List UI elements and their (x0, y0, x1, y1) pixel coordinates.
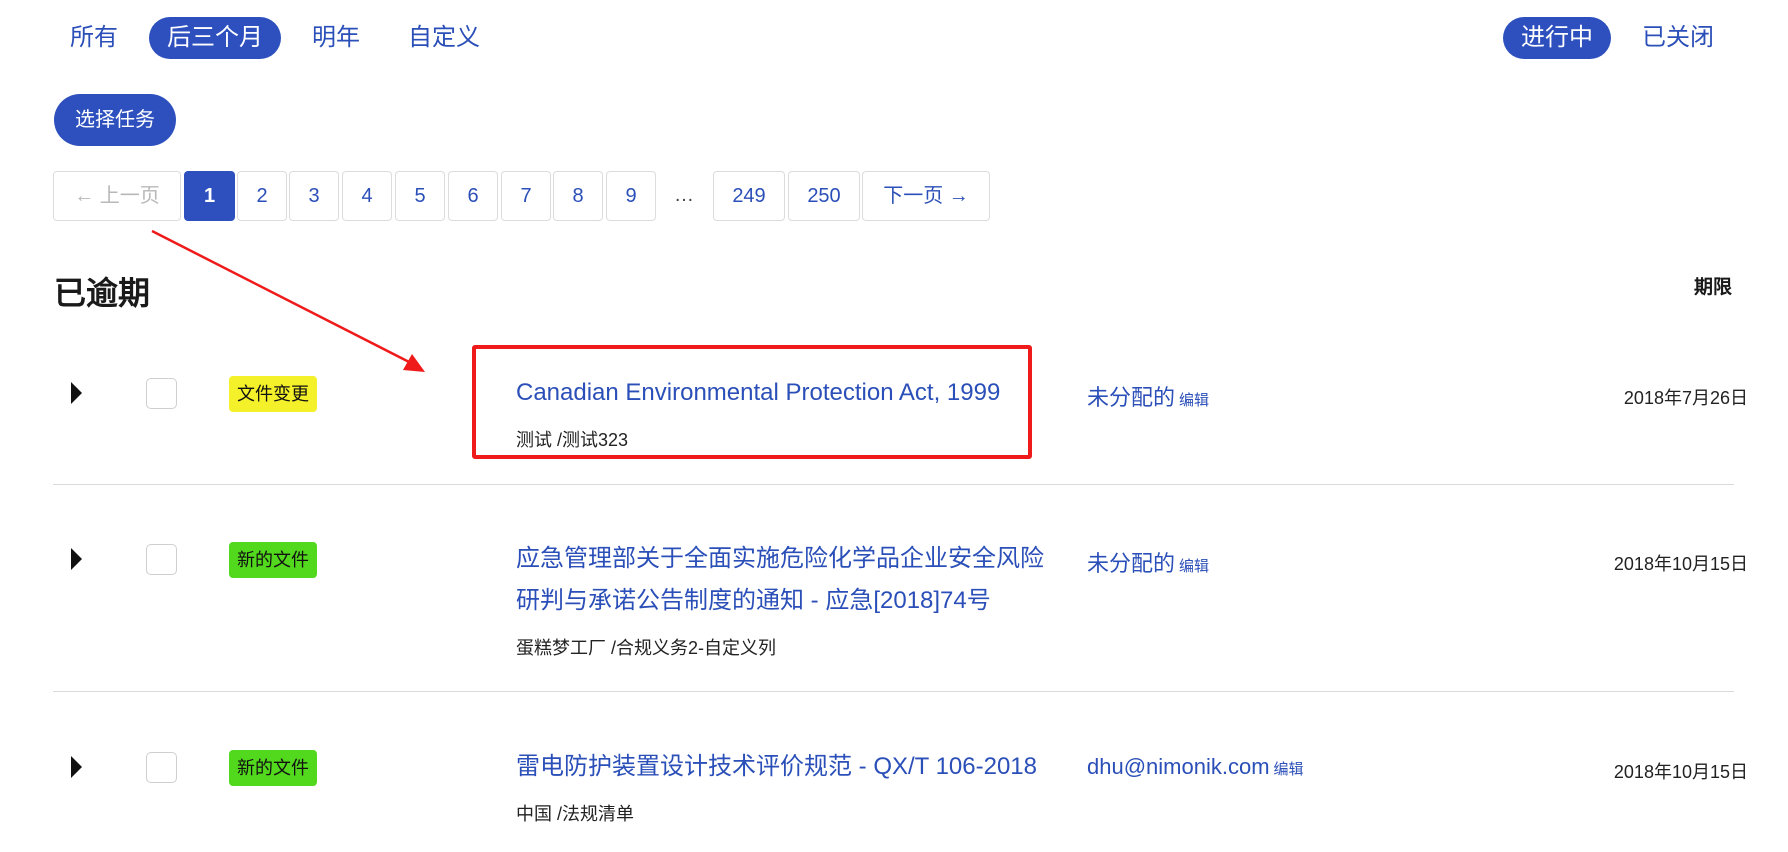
edit-assignee-link[interactable]: 编辑 (1179, 558, 1209, 575)
row-divider (53, 484, 1734, 485)
due-column-header: 期限 (1693, 277, 1732, 298)
pagination-ellipsis: … (659, 171, 709, 219)
status-tag: 新的文件 (229, 542, 317, 578)
page-5[interactable]: 5 (395, 171, 445, 221)
assignee: 未分配的 编辑 (1087, 380, 1209, 412)
filter-custom[interactable]: 自定义 (390, 17, 498, 59)
annotation-arrow-icon (151, 229, 425, 372)
filter-in-progress[interactable]: 进行中 (1503, 17, 1611, 59)
page-250[interactable]: 250 (788, 171, 860, 221)
status-tag: 新的文件 (229, 750, 317, 786)
due-date: 2018年10月15日 (1613, 762, 1748, 782)
row-checkbox[interactable] (146, 544, 177, 575)
row-checkbox[interactable] (146, 378, 177, 409)
page-2[interactable]: 2 (237, 171, 287, 221)
assignee: 未分配的 编辑 (1087, 546, 1209, 578)
page-8[interactable]: 8 (553, 171, 603, 221)
section-title-overdue: 已逾期 (54, 275, 151, 311)
document-path: 中国 /法规清单 (516, 804, 635, 824)
filter-next-three-months[interactable]: 后三个月 (149, 17, 281, 59)
due-date: 2018年10月15日 (1613, 554, 1748, 574)
document-title-link[interactable]: 应急管理部关于全面实施危险化学品企业安全风险研判与承诺公告制度的通知 - 应急[… (516, 538, 1056, 622)
page-4[interactable]: 4 (342, 171, 392, 221)
expand-caret-icon[interactable] (71, 382, 82, 404)
page-9[interactable]: 9 (606, 171, 656, 221)
filter-closed[interactable]: 已关闭 (1624, 17, 1732, 59)
document-title-link[interactable]: Canadian Environmental Protection Act, 1… (516, 372, 1000, 414)
expand-caret-icon[interactable] (71, 756, 82, 778)
row-checkbox[interactable] (146, 752, 177, 783)
assignee-name: 未分配的 (1087, 551, 1176, 576)
document-title-link[interactable]: 雷电防护装置设计技术评价规范 - QX/T 106-2018 (516, 746, 1037, 788)
annotation-arrow-head (403, 354, 425, 372)
edit-assignee-link[interactable]: 编辑 (1274, 761, 1304, 778)
due-date: 2018年7月26日 (1623, 388, 1748, 408)
document-path: 测试 /测试323 (516, 430, 629, 450)
filter-next-year[interactable]: 明年 (294, 17, 378, 59)
page-6[interactable]: 6 (448, 171, 498, 221)
expand-caret-icon[interactable] (71, 548, 82, 570)
assignee: dhu@nimonik.com 编辑 (1087, 754, 1304, 780)
page-249[interactable]: 249 (713, 171, 785, 221)
status-tag: 文件变更 (229, 376, 317, 412)
assignee-name: 未分配的 (1087, 385, 1176, 410)
document-path: 蛋糕梦工厂 /合规义务2-自定义列 (516, 638, 777, 658)
filter-all[interactable]: 所有 (52, 17, 136, 59)
assignee-name[interactable]: dhu@nimonik.com (1087, 754, 1270, 779)
prev-page-button[interactable]: ← 上一页 (53, 171, 181, 221)
next-page-button[interactable]: 下一页 → (862, 171, 990, 221)
edit-assignee-link[interactable]: 编辑 (1179, 392, 1209, 409)
select-tasks-button[interactable]: 选择任务 (54, 94, 176, 146)
page-1[interactable]: 1 (184, 171, 235, 221)
annotation-arrow-line (151, 229, 416, 367)
page-3[interactable]: 3 (289, 171, 339, 221)
page-7[interactable]: 7 (501, 171, 551, 221)
row-divider (53, 691, 1734, 692)
